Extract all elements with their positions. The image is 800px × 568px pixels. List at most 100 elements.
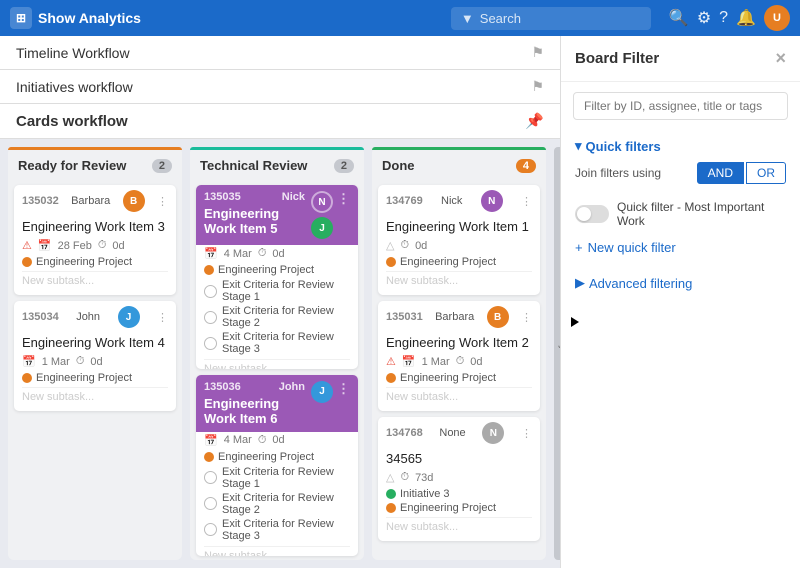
card-135032-avatar: B [123,190,145,212]
card-134769-more[interactable]: ⋮ [521,195,532,208]
join-btn-group: AND OR [697,162,786,184]
clock-icon: ⏱ [258,434,267,447]
card-135034-subtask[interactable]: New subtask... [22,387,168,405]
card-135036-assignee: John [279,381,305,393]
nav-icons: 🔍 ⚙ ? 🔔 U [669,5,790,31]
card-134769-subtask[interactable]: New subtask... [386,271,532,289]
check-circle [204,471,217,484]
help-icon[interactable]: ? [719,9,728,27]
card-135035[interactable]: 135035 Nick Engineering Work Item 5 N J [196,185,358,369]
nav-logo[interactable]: ⊞ Show Analytics [10,7,141,29]
timeline-workflow-header[interactable]: Timeline Workflow ⚑ [0,36,560,69]
card-135031-more[interactable]: ⋮ [521,311,532,324]
cards-list-ready: 135032 Barbara B ⋮ Engineering Work Item… [8,181,182,560]
card-135031[interactable]: 135031 Barbara B ⋮ Engineering Work Item… [378,301,540,411]
and-button[interactable]: AND [697,162,744,184]
advanced-filtering-toggle[interactable]: ▶ Advanced filtering [561,269,800,297]
card-134768-meta: △ ⏱ 73d [386,471,532,484]
card-135032-title: Engineering Work Item 3 [22,219,168,234]
check-circle [204,311,217,324]
join-filters-label: Join filters using [575,166,661,180]
card-135034-body: Engineering Work Item 4 📅 1 Mar ⏱ 0d [14,333,176,411]
triangle-icon: △ [386,239,394,252]
column-technical-review: Technical Review 2 135035 Nick [190,147,364,560]
column-label-ready: Ready for Review [18,158,126,173]
initiatives-workflow-section: Initiatives workflow ⚑ [0,70,560,104]
card-135036-tag: Engineering Project [204,451,350,463]
bell-icon[interactable]: 🔔 [736,8,756,28]
column-done: Done 4 134769 Nick N ⋮ [372,147,546,560]
card-135031-header: 135031 Barbara B ⋮ [378,301,540,333]
card-135036-more[interactable]: ⋮ [337,381,350,397]
card-135034-more[interactable]: ⋮ [157,311,168,324]
filter-search-input[interactable] [573,92,788,120]
quick-filters-toggle[interactable]: ▾ Quick filters [575,138,786,154]
card-134768-id: 134768 [386,427,423,439]
exit-criteria-2: Exit Criteria for Review Stage 2 [204,304,350,330]
card-135034[interactable]: 135034 John J ⋮ Engineering Work Item 4 [14,301,176,411]
card-135034-duration: 0d [90,356,102,368]
cards-workflow: Cards workflow 📌 Ready for Review 2 [0,104,560,568]
card-134768-subtask[interactable]: New subtask... [386,517,532,535]
clock-icon: ⏱ [98,239,107,252]
card-134768-body: 34565 △ ⏱ 73d Initiative 3 [378,449,540,541]
cursor-area [561,297,800,568]
card-135031-id: 135031 [386,311,423,323]
card-134769-id: 134769 [386,195,423,207]
check-circle [204,523,217,536]
initiatives-pin-icon: ⚑ [531,78,544,95]
cards-workflow-header: Cards workflow 📌 [0,104,560,139]
main-layout: Timeline Workflow ⚑ Initiatives workflow… [0,36,800,568]
tag-dot [386,489,396,499]
clock-icon: ⏱ [400,471,409,484]
card-135036-title: Engineering Work Item 6 [204,396,305,426]
card-135034-title: Engineering Work Item 4 [22,335,168,350]
card-135032-body: Engineering Work Item 3 ⚠ 📅 28 Feb ⏱ 0d [14,217,176,295]
filter-close-button[interactable]: × [775,48,786,69]
card-134768-more[interactable]: ⋮ [521,427,532,440]
nav-search-bar[interactable]: ▼ Search [451,7,651,30]
initiatives-workflow-header[interactable]: Initiatives workflow ⚑ [0,70,560,103]
card-135031-avatar: B [487,306,509,328]
card-135032[interactable]: 135032 Barbara B ⋮ Engineering Work Item… [14,185,176,295]
card-135036-header-info: 135036 John Engineering Work Item 6 [204,381,305,426]
new-quick-filter-button[interactable]: + New quick filter [575,234,786,261]
card-135035-assignee: Nick [282,191,305,203]
card-134768-assignee: None [439,427,465,439]
user-avatar[interactable]: U [764,5,790,31]
chevron-right-icon: ▶ [575,275,585,291]
calendar-icon: 📅 [402,355,416,368]
card-135032-more[interactable]: ⋮ [157,195,168,208]
settings-icon[interactable]: ⚙ [697,8,711,28]
quick-filter-toggle[interactable] [575,205,609,223]
card-134769-meta: △ ⏱ 0d [386,239,532,252]
card-135034-avatar: J [118,306,140,328]
archive-strip[interactable]: 19 Ready to archive [554,147,560,560]
nav-logo-icon: ⊞ [10,7,32,29]
calendar-icon: 📅 [204,247,218,260]
card-135035-subtask[interactable]: New subtask... [204,359,350,369]
search-icon[interactable]: 🔍 [669,8,689,28]
card-135032-meta: ⚠ 📅 28 Feb ⏱ 0d [22,239,168,252]
card-135034-header: 135034 John J ⋮ [14,301,176,333]
tag-dot [386,257,396,267]
quick-filters-label: Quick filters [586,139,661,154]
card-135036[interactable]: 135036 John Engineering Work Item 6 J ⋮ [196,375,358,556]
check-circle [204,497,217,510]
card-134768[interactable]: 134768 None N ⋮ 34565 △ [378,417,540,541]
card-135035-more[interactable]: ⋮ [337,191,350,207]
card-135035-avatar2: J [311,217,333,239]
quick-filter-row: Quick filter - Most Important Work [575,194,786,234]
column-label-technical: Technical Review [200,158,307,173]
timeline-workflow-label: Timeline Workflow [16,45,130,61]
card-135036-body: 📅 4 Mar ⏱ 0d Engineering Project [196,432,358,556]
card-134769[interactable]: 134769 Nick N ⋮ Engineering Work Item 1 [378,185,540,295]
or-button[interactable]: OR [746,162,786,184]
advanced-filtering-label: Advanced filtering [589,276,692,291]
card-135036-meta: 📅 4 Mar ⏱ 0d [204,434,350,447]
card-135032-subtask[interactable]: New subtask... [22,271,168,289]
cursor-icon [571,317,579,327]
card-135036-subtask[interactable]: New subtask... [204,546,350,556]
nav-search-placeholder: Search [480,11,521,26]
card-135031-subtask[interactable]: New subtask... [386,387,532,405]
